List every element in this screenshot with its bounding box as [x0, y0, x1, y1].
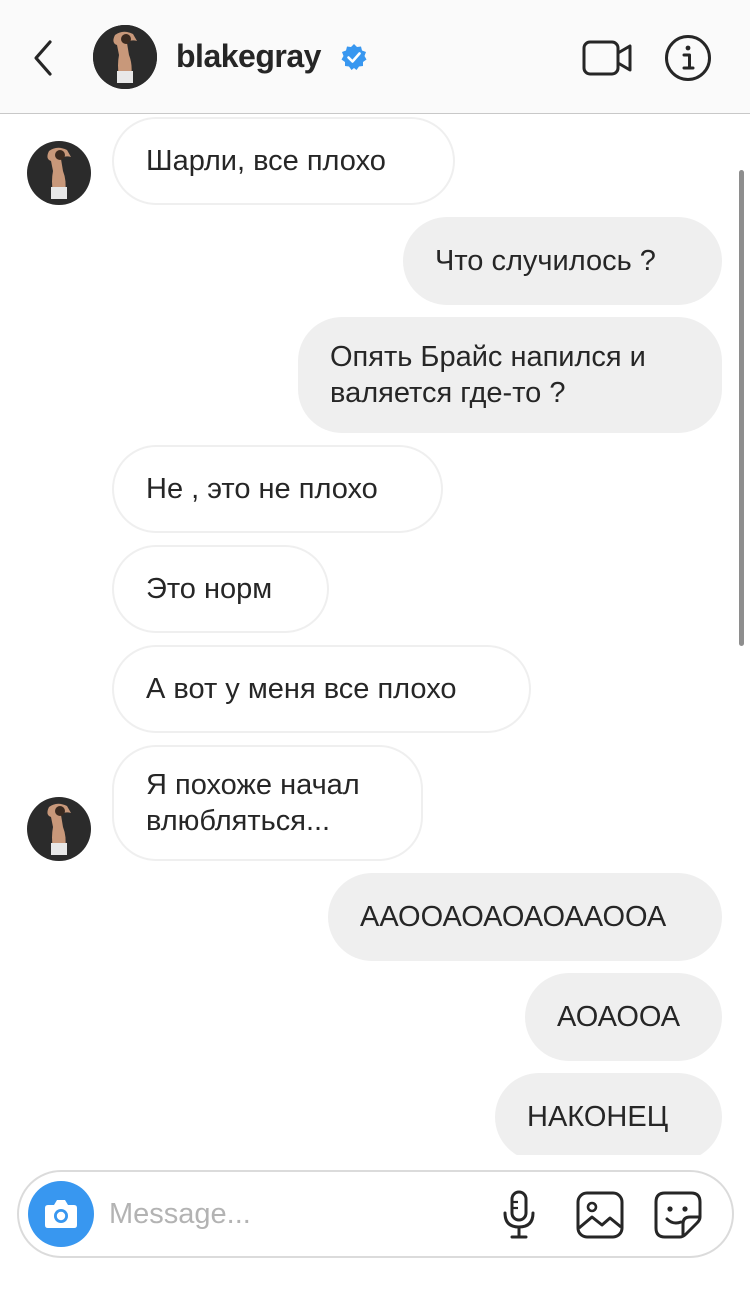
info-button[interactable]: [664, 34, 712, 82]
message-bubble-incoming[interactable]: Не , это не плохо: [112, 445, 443, 533]
message-text: Что случилось ?: [435, 245, 656, 277]
voice-message-button[interactable]: [501, 1190, 537, 1240]
verified-badge-icon: [340, 43, 368, 71]
image-icon: [576, 1191, 624, 1239]
message-text: ААООАОАОАОААООА: [360, 901, 667, 933]
microphone-icon: [503, 1190, 535, 1239]
message-bubble-incoming[interactable]: Шарли, все плохо: [112, 117, 455, 205]
chat-header: blakegray: [0, 0, 750, 114]
message-text: Шарли, все плохо: [146, 145, 386, 177]
message-text-line: Опять Брайс напился и: [330, 341, 646, 373]
sender-avatar[interactable]: [27, 141, 91, 205]
message-bubble-incoming[interactable]: Это норм: [112, 545, 329, 633]
message-text-line: влюбляться...: [146, 805, 331, 837]
message-bubble-incoming[interactable]: А вот у меня все плохо: [112, 645, 531, 733]
scrollbar[interactable]: [739, 170, 744, 646]
message-text: НАКОНЕЦ: [527, 1101, 669, 1133]
camera-button[interactable]: [28, 1181, 94, 1247]
back-button[interactable]: [28, 36, 60, 80]
video-call-button[interactable]: [582, 38, 634, 78]
message-bubble-incoming[interactable]: Я похоже начал влюбляться...: [112, 745, 423, 861]
gallery-button[interactable]: [575, 1190, 625, 1240]
username-label[interactable]: blakegray: [176, 38, 321, 75]
message-text-line: валяется где-то ?: [330, 377, 566, 409]
sender-avatar[interactable]: [27, 797, 91, 861]
message-text: АОАООА: [557, 1001, 681, 1033]
sticker-button[interactable]: [653, 1190, 703, 1240]
message-bubble-outgoing[interactable]: НАКОНЕЦ: [495, 1073, 722, 1155]
message-thread[interactable]: Шарли, все плохо Что случилось ? Опять Б…: [0, 115, 750, 1155]
message-composer: [17, 1170, 734, 1258]
message-text-line: Я похоже начал: [146, 769, 360, 801]
message-bubble-outgoing[interactable]: Опять Брайс напился и валяется где-то ?: [298, 317, 722, 433]
message-text: Не , это не плохо: [146, 473, 378, 505]
video-camera-icon: [582, 40, 632, 76]
message-text: Это норм: [146, 573, 273, 605]
direct-message-screen: blakegray Шарли, все плохо Что случилось…: [0, 0, 750, 1294]
message-bubble-outgoing[interactable]: АОАООА: [525, 973, 722, 1061]
message-bubble-outgoing[interactable]: Что случилось ?: [403, 217, 722, 305]
message-input[interactable]: [109, 1186, 489, 1242]
message-bubble-outgoing[interactable]: ААООАОАОАОААООА: [328, 873, 722, 961]
camera-icon: [45, 1200, 77, 1228]
message-text: А вот у меня все плохо: [146, 673, 457, 705]
info-icon: [665, 35, 711, 81]
sticker-icon: [654, 1191, 702, 1239]
chevron-left-icon: [34, 40, 52, 76]
profile-avatar[interactable]: [93, 25, 157, 89]
